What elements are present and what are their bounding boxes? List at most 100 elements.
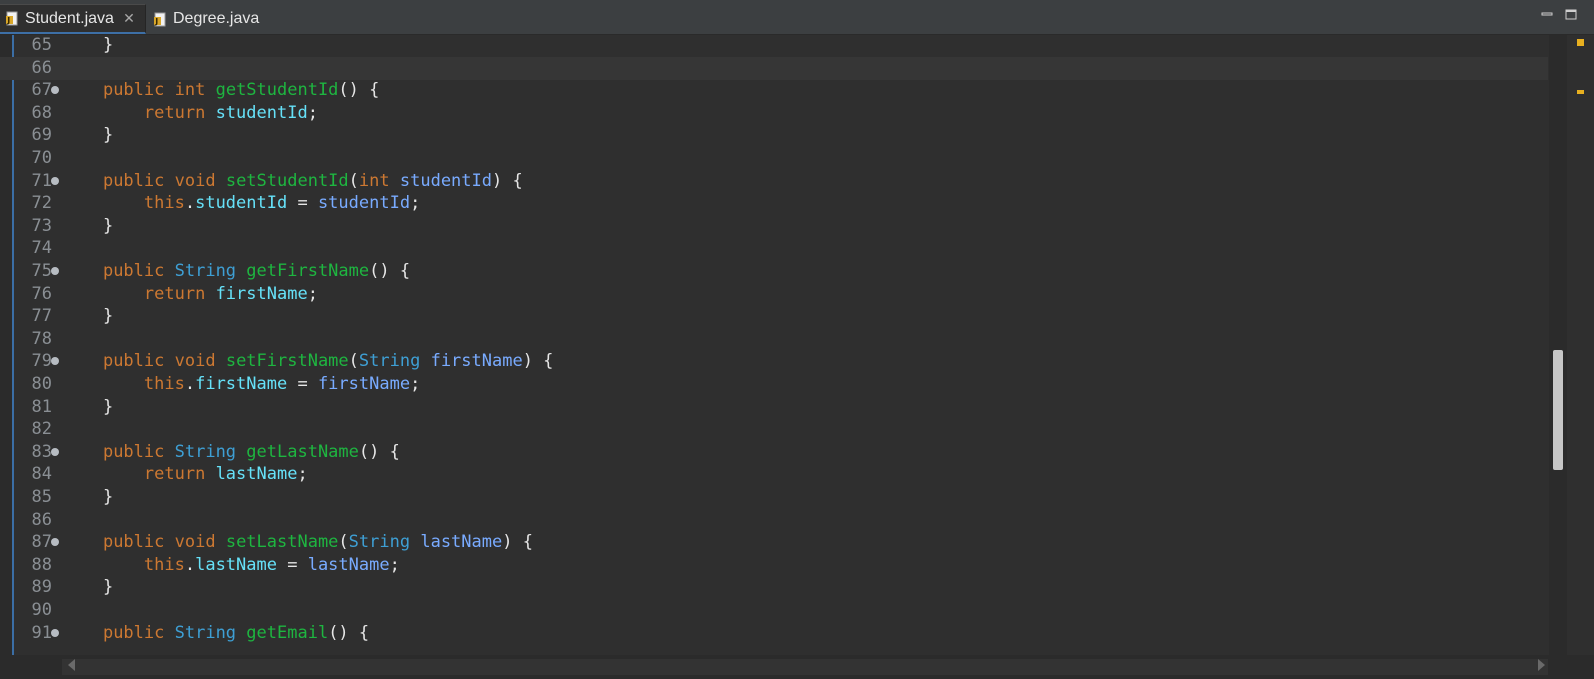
code-token: ( (338, 532, 349, 553)
line-number: 75 (31, 261, 52, 281)
code-line[interactable]: 80 this.firstName = firstName; (0, 373, 1548, 396)
overview-marker[interactable] (1577, 39, 1584, 46)
overview-ruler[interactable] (1567, 35, 1594, 655)
scroll-left-arrow-icon[interactable] (68, 659, 75, 671)
code-line[interactable]: 91 public String getEmail() { (0, 622, 1548, 645)
code-token: getEmail (246, 622, 329, 643)
code-token: return (143, 102, 206, 123)
code-token: String (358, 351, 421, 372)
vertical-scrollbar[interactable] (1549, 35, 1567, 655)
close-icon[interactable]: ✕ (122, 10, 136, 27)
line-number: 85 (31, 487, 52, 507)
code-token: firstName (215, 283, 308, 304)
code-text: } (62, 124, 113, 147)
code-line[interactable]: 88 this.lastName = lastName; (0, 554, 1548, 577)
code-token: this (143, 374, 185, 394)
code-line[interactable]: 74 (0, 237, 1548, 260)
code-text: public void setLastName(String lastName)… (62, 531, 533, 554)
line-number: 72 (31, 193, 52, 214)
horizontal-scrollbar-track[interactable] (62, 659, 1548, 675)
code-line[interactable]: 81 } (0, 396, 1548, 419)
code-text: public int getStudentId() { (62, 79, 379, 102)
code-token: ; (410, 193, 421, 214)
fold-collapse-icon[interactable] (51, 447, 59, 456)
maximize-icon[interactable] (1564, 6, 1578, 20)
code-line[interactable]: 73 } (0, 215, 1548, 238)
code-line[interactable]: 84 return lastName; (0, 463, 1548, 486)
code-token: String (174, 261, 237, 281)
code-line[interactable]: 85 } (0, 486, 1548, 509)
fold-collapse-icon[interactable] (51, 628, 59, 637)
fold-collapse-icon[interactable] (51, 267, 59, 275)
code-line[interactable]: 66 (0, 56, 1548, 80)
code-line[interactable]: 65 } (0, 35, 1548, 57)
code-token: . (184, 554, 196, 575)
code-token: public (102, 261, 165, 281)
code-text: this.firstName = firstName; (62, 373, 420, 396)
code-line[interactable]: 69 } (0, 124, 1548, 147)
code-line[interactable]: 83 public String getLastName() { (0, 441, 1548, 464)
code-line[interactable]: 71 public void setStudentId(int studentI… (0, 170, 1548, 193)
code-token: () { (369, 261, 411, 281)
fold-collapse-icon[interactable] (51, 176, 59, 185)
scroll-right-arrow-icon[interactable] (1538, 659, 1545, 671)
code-token: ( (348, 170, 359, 191)
code-token: () { (358, 441, 400, 462)
tab-degree-java[interactable]: J Degree.java (148, 4, 278, 34)
line-number: 88 (31, 554, 52, 575)
java-file-icon: J (6, 11, 19, 26)
code-line[interactable]: 79 public void setFirstName(String first… (0, 350, 1548, 373)
minimize-icon[interactable] (1540, 6, 1554, 20)
code-editor[interactable]: 65 } 66 67 public int getStudentId() {68 r… (0, 35, 1594, 655)
code-token: } (62, 577, 114, 598)
code-token: return (143, 283, 206, 304)
code-token: . (184, 374, 196, 394)
code-token: } (62, 306, 114, 327)
fold-collapse-icon[interactable] (51, 86, 59, 95)
code-line[interactable]: 90 (0, 599, 1548, 622)
code-text: public void setStudentId(int studentId) … (62, 170, 523, 193)
code-line[interactable]: 82 (0, 418, 1548, 441)
tab-student-java[interactable]: J Student.java ✕ (0, 4, 146, 34)
code-token: firstName (317, 374, 411, 394)
vertical-scrollbar-thumb[interactable] (1553, 350, 1563, 470)
code-token: } (62, 215, 114, 236)
code-line[interactable]: 76 return firstName; (0, 283, 1548, 306)
code-text: return lastName; (62, 463, 308, 486)
code-token: ; (410, 374, 421, 394)
code-text: } (62, 35, 113, 57)
code-line[interactable]: 72 this.studentId = studentId; (0, 192, 1548, 215)
code-line[interactable]: 87 public void setLastName(String lastNa… (0, 531, 1548, 554)
overview-marker[interactable] (1577, 90, 1584, 94)
code-token: setLastName (225, 532, 339, 553)
code-token: int (174, 80, 206, 101)
code-line[interactable]: 67 public int getStudentId() { (0, 79, 1548, 102)
code-token: = (276, 554, 308, 575)
code-line[interactable]: 70 (0, 147, 1548, 170)
code-line[interactable]: 75 public String getFirstName() { (0, 260, 1548, 283)
svg-text:J: J (6, 16, 10, 25)
line-number: 65 (31, 35, 52, 55)
code-token: lastName (420, 532, 503, 553)
code-token: ) { (492, 170, 523, 191)
code-line[interactable]: 78 (0, 328, 1548, 351)
code-token: studentId (399, 170, 492, 191)
code-line[interactable]: 68 return studentId; (0, 102, 1548, 125)
fold-collapse-icon[interactable] (51, 357, 59, 366)
code-line[interactable]: 86 (0, 509, 1548, 532)
fold-collapse-icon[interactable] (51, 538, 59, 547)
code-line[interactable]: 77 } (0, 305, 1548, 328)
horizontal-scrollbar[interactable] (0, 655, 1594, 679)
code-line[interactable]: 89 } (0, 576, 1548, 599)
line-number: 69 (31, 125, 52, 146)
svg-text:J: J (154, 17, 158, 26)
code-text: public String getLastName() { (62, 441, 400, 464)
code-token: () { (338, 80, 380, 101)
